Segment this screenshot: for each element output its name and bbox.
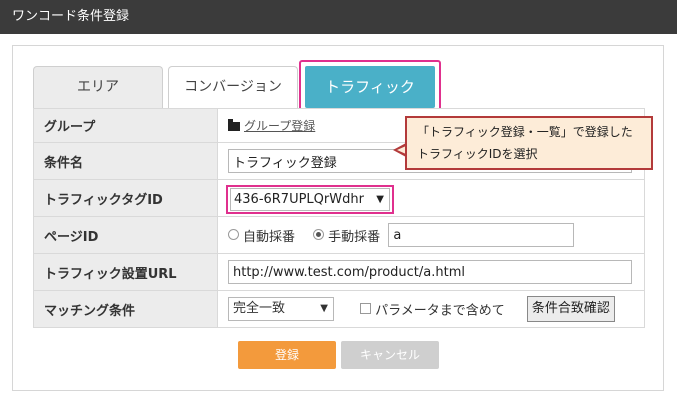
matching-label: マッチング条件 (33, 290, 218, 328)
include-params-checkbox[interactable] (360, 302, 372, 314)
tab-area[interactable]: エリア (33, 66, 163, 108)
window-title: ワンコード条件登録 (0, 0, 677, 34)
traffic-tag-select[interactable]: 436-6R7UPLQrWdhr ▼ (230, 188, 390, 211)
traffic-url-input[interactable] (228, 260, 632, 284)
folder-icon (228, 119, 240, 131)
cancel-button[interactable]: キャンセル (341, 341, 439, 369)
page-id-label: ページID (33, 216, 218, 254)
tab-conversion[interactable]: コンバージョン (168, 66, 298, 108)
dropdown-caret-icon: ▼ (320, 303, 328, 314)
instruction-callout: 「トラフィック登録・一覧」で登録した トラフィックIDを選択 (405, 116, 653, 170)
manual-number-label: 手動採番 (328, 229, 381, 245)
group-label: グループ (33, 108, 218, 143)
manual-number-radio[interactable] (313, 228, 325, 240)
table-row: トラフィックタグID 436-6R7UPLQrWdhr ▼ (33, 179, 645, 217)
form-panel: エリア コンバージョン トラフィック グループ グループ登録 条件名 トラフィッ… (12, 45, 664, 391)
table-row: トラフィック設置URL (33, 253, 645, 291)
condition-name-label: 条件名 (33, 142, 218, 180)
table-row: マッチング条件 完全一致 ▼ パラメータまで含めて 条件合致確認 (33, 290, 645, 328)
traffic-tag-label: トラフィックタグID (33, 179, 218, 217)
auto-number-label: 自動採番 (243, 229, 296, 245)
group-register-link[interactable]: グループ登録 (244, 119, 315, 133)
tab-traffic[interactable]: トラフィック (305, 66, 435, 108)
traffic-url-label: トラフィック設置URL (33, 253, 218, 291)
dropdown-caret-icon: ▼ (376, 194, 384, 205)
callout-line-2: トラフィックIDを選択 (417, 147, 538, 161)
condition-match-confirm-button[interactable]: 条件合致確認 (526, 296, 615, 322)
page-id-input[interactable] (388, 223, 575, 247)
auto-number-radio[interactable] (228, 228, 239, 240)
submit-button[interactable]: 登録 (238, 341, 336, 369)
callout-line-1: 「トラフィック登録・一覧」で登録した (417, 125, 633, 139)
traffic-tag-value: 436-6R7UPLQrWdhr (234, 192, 364, 207)
include-params-label: パラメータまで含めて (375, 303, 505, 319)
table-row: ページID 自動採番 手動採番 (33, 216, 645, 254)
matching-select[interactable]: 完全一致 ▼ (228, 297, 334, 321)
matching-value: 完全一致 (233, 301, 286, 316)
